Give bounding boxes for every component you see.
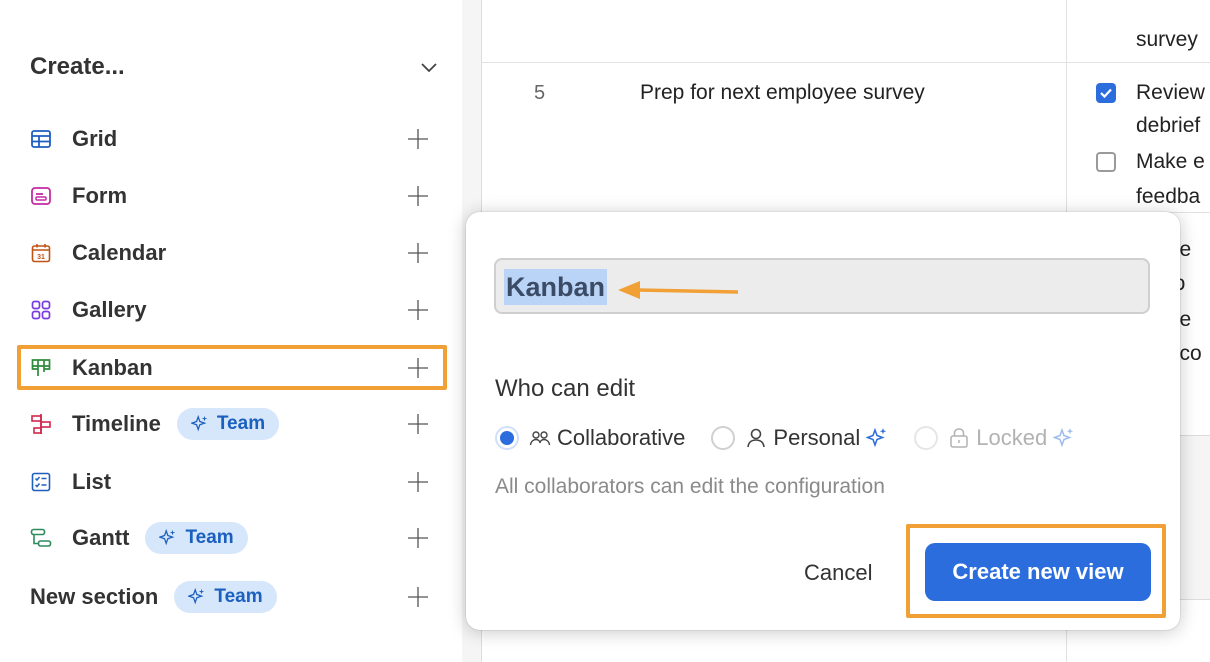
sidebar-item-form[interactable]: Form bbox=[30, 176, 430, 216]
team-badge: Team bbox=[176, 408, 280, 440]
sparkle-icon bbox=[866, 427, 887, 448]
plus-icon[interactable] bbox=[406, 127, 430, 151]
sidebar-item-kanban[interactable]: Kanban bbox=[30, 348, 430, 388]
team-badge: Team bbox=[174, 581, 277, 613]
cancel-button[interactable]: Cancel bbox=[804, 555, 872, 591]
sidebar-item-label: List bbox=[72, 469, 112, 494]
plus-icon[interactable] bbox=[406, 356, 430, 380]
sidebar-item-label: Gallery bbox=[72, 297, 147, 322]
grid-icon bbox=[30, 128, 52, 150]
sparkle-icon bbox=[159, 529, 176, 546]
option-label: Personal bbox=[773, 425, 861, 450]
person-icon bbox=[747, 428, 766, 448]
plus-icon[interactable] bbox=[406, 470, 430, 494]
create-new-view-button[interactable]: Create new view bbox=[925, 543, 1151, 601]
sidebar-item-label: Grid bbox=[72, 126, 118, 151]
create-view-sidebar: Create... Grid Form 31 Calendar Gallery bbox=[0, 0, 462, 662]
sidebar-item-gallery[interactable]: Gallery bbox=[30, 290, 430, 330]
badge-label: Team bbox=[185, 527, 234, 548]
sidebar-item-calendar[interactable]: 31 Calendar bbox=[30, 233, 430, 273]
plus-icon[interactable] bbox=[406, 412, 430, 436]
plus-icon[interactable] bbox=[406, 298, 430, 322]
sidebar-item-list[interactable]: List bbox=[30, 462, 430, 502]
sidebar-item-gantt[interactable]: Gantt Team bbox=[30, 518, 430, 558]
collaborators-icon bbox=[529, 431, 551, 446]
who-can-edit-heading: Who can edit bbox=[495, 375, 636, 402]
option-locked[interactable]: Locked bbox=[914, 425, 1075, 451]
form-icon bbox=[30, 185, 52, 207]
sidebar-item-timeline[interactable]: Timeline Team bbox=[30, 404, 430, 444]
permission-helper-text: All collaborators can edit the configura… bbox=[495, 475, 885, 498]
chevron-down-icon[interactable] bbox=[418, 56, 440, 78]
gantt-icon bbox=[30, 527, 52, 549]
selected-text-highlight: Kanban bbox=[504, 269, 608, 305]
sidebar-item-label: Kanban bbox=[72, 355, 153, 380]
plus-icon[interactable] bbox=[406, 526, 430, 550]
checkbox-unchecked[interactable] bbox=[1096, 152, 1116, 172]
option-collaborative[interactable]: Collaborative bbox=[495, 425, 685, 451]
plus-icon[interactable] bbox=[406, 585, 430, 609]
option-label: Locked bbox=[976, 425, 1048, 450]
list-icon bbox=[30, 471, 52, 493]
kanban-icon bbox=[30, 357, 52, 379]
option-label: Collaborative bbox=[557, 425, 686, 450]
sidebar-item-grid[interactable]: Grid bbox=[30, 119, 430, 159]
sidebar-item-label: Timeline bbox=[72, 411, 161, 436]
sidebar-item-label: Gantt bbox=[72, 525, 130, 550]
sidebar-item-label: New section bbox=[30, 584, 159, 609]
checkbox-checked[interactable] bbox=[1096, 83, 1116, 103]
badge-label: Team bbox=[214, 586, 263, 607]
sidebar-item-new-section[interactable]: New section Team bbox=[30, 577, 430, 617]
sidebar-item-label: Form bbox=[72, 183, 127, 208]
radio-disabled[interactable] bbox=[914, 426, 939, 450]
team-badge: Team bbox=[145, 522, 248, 554]
cell-text: Make e bbox=[1136, 150, 1205, 173]
sparkle-icon bbox=[1053, 427, 1074, 448]
sparkle-icon bbox=[188, 588, 205, 605]
sparkle-icon bbox=[190, 415, 208, 432]
calendar-icon: 31 bbox=[30, 242, 52, 264]
sidebar-item-label: Calendar bbox=[72, 240, 167, 265]
create-title: Create... bbox=[30, 53, 125, 80]
plus-icon[interactable] bbox=[406, 241, 430, 265]
plus-icon[interactable] bbox=[406, 184, 430, 208]
gallery-icon bbox=[30, 299, 52, 321]
badge-label: Team bbox=[216, 413, 266, 434]
radio-unselected[interactable] bbox=[711, 426, 736, 450]
option-personal[interactable]: Personal bbox=[711, 425, 888, 451]
create-view-dialog: Kanban Who can edit Collaborative Person… bbox=[466, 212, 1180, 630]
row-title[interactable]: Prep for next employee survey bbox=[640, 81, 925, 105]
lock-icon bbox=[950, 428, 968, 448]
row-number: 5 bbox=[534, 82, 546, 104]
create-section-header[interactable]: Create... bbox=[30, 50, 440, 84]
radio-selected[interactable] bbox=[495, 426, 519, 450]
row-divider bbox=[482, 62, 1210, 63]
annotation-arrow-icon bbox=[618, 281, 739, 299]
permission-options: Collaborative Personal Locked bbox=[495, 422, 1101, 454]
cell-text: Review bbox=[1136, 81, 1205, 104]
cell-text: debrief bbox=[1136, 114, 1201, 137]
timeline-icon bbox=[30, 413, 52, 435]
cell-text: feedba bbox=[1136, 185, 1201, 208]
cell-text: survey bbox=[1136, 28, 1198, 51]
svg-text:31: 31 bbox=[37, 254, 45, 261]
